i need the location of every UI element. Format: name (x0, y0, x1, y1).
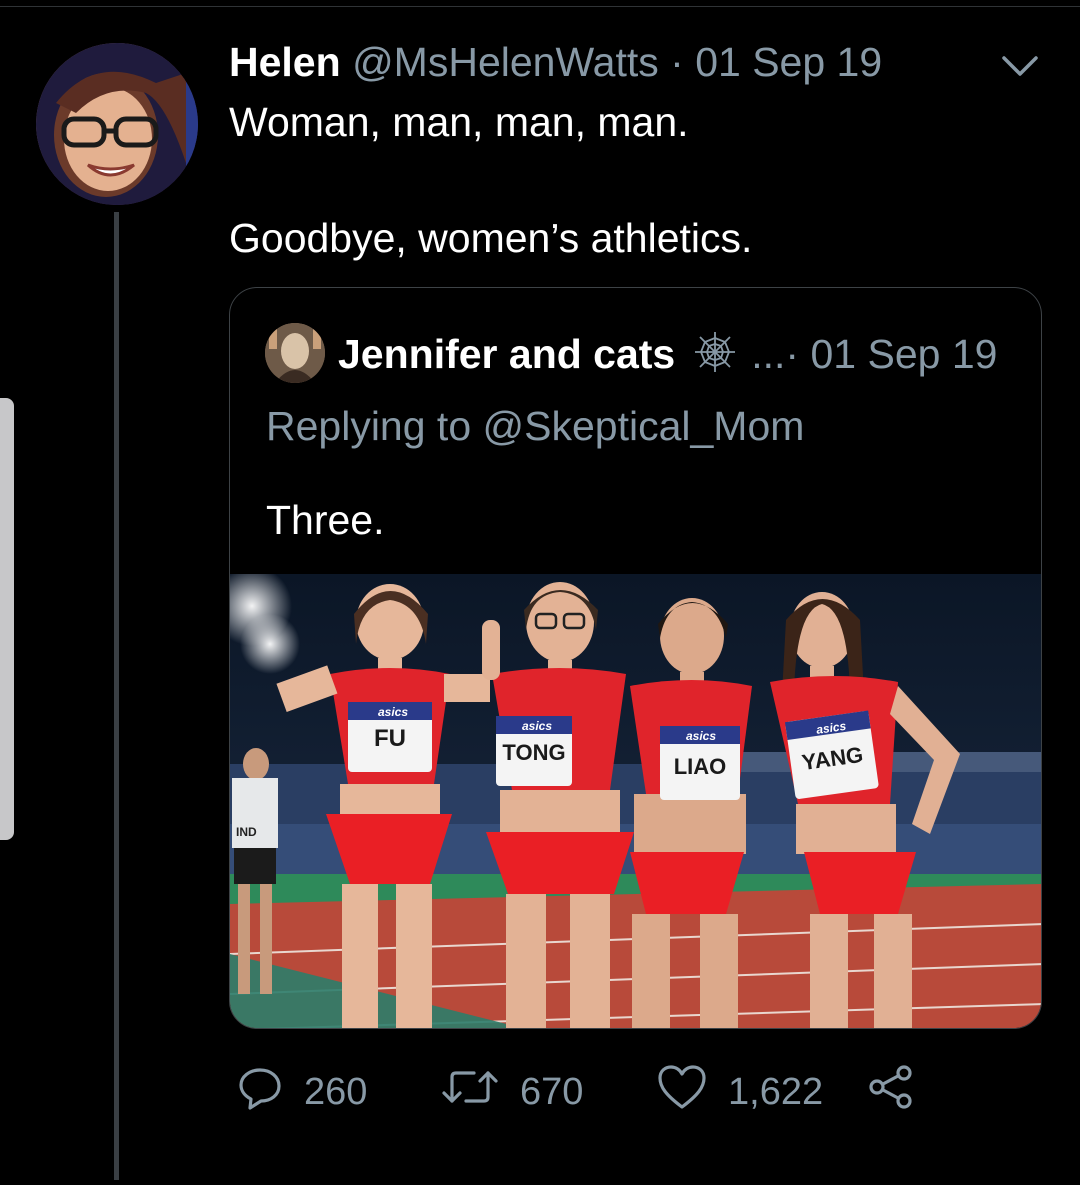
like-action[interactable]: 1,622 (656, 1064, 823, 1120)
tweet-text-line-1: Woman, man, man, man. (229, 99, 689, 145)
retweet-icon (440, 1063, 520, 1121)
tweet-date[interactable]: 01 Sep 19 (695, 39, 882, 85)
quoted-photo[interactable]: IND asics FU asics TONG asics LIAO asics… (230, 566, 1041, 1028)
bib-tong: TONG (502, 740, 565, 765)
bib-sponsor-2: asics (522, 719, 552, 733)
quoted-separator: · (785, 331, 800, 377)
bib-fu: FU (374, 725, 406, 752)
header-separator: · (670, 39, 684, 85)
quoted-author-name[interactable]: Jennifer and cats (338, 331, 675, 377)
retweet-count: 670 (520, 1070, 584, 1113)
like-icon (656, 1063, 728, 1121)
side-bib-label: IND (236, 825, 257, 839)
author-avatar[interactable] (36, 43, 198, 205)
quoted-author-avatar (265, 323, 325, 383)
tweet-screen: Helen @MsHelenWatts · 01 Sep 19 Woman, m… (0, 0, 1080, 1185)
quoted-handle[interactable]: ... (751, 331, 785, 377)
reply-count: 260 (304, 1070, 368, 1113)
spider-web-icon (693, 330, 737, 374)
chevron-down-icon[interactable] (996, 48, 1044, 84)
bib-liao: LIAO (674, 754, 727, 779)
like-count: 1,622 (728, 1070, 824, 1113)
tweet-text-line-2: Goodbye, women’s athletics. (229, 215, 753, 261)
share-icon (866, 1063, 936, 1121)
reply-icon (236, 1063, 304, 1121)
replying-to[interactable]: Replying to @Skeptical_Mom (266, 400, 804, 452)
quoted-header: Jennifer and cats ...· 01 Sep 19 (338, 328, 997, 380)
author-name[interactable]: Helen (229, 39, 341, 85)
scroll-handle[interactable] (0, 398, 14, 840)
quoted-tweet-card[interactable]: Jennifer and cats ...· 01 Sep 19 Replyin… (229, 287, 1042, 1029)
quoted-text: Three. (266, 497, 385, 543)
tweet-header: Helen @MsHelenWatts · 01 Sep 19 (229, 38, 882, 86)
thread-line (114, 212, 119, 1180)
author-handle[interactable]: @MsHelenWatts (352, 39, 659, 85)
top-divider (0, 6, 1080, 7)
reply-action[interactable]: 260 (236, 1064, 367, 1120)
retweet-action[interactable]: 670 (440, 1064, 583, 1120)
share-action[interactable] (866, 1064, 936, 1120)
bib-sponsor-1: asics (378, 705, 408, 719)
quoted-date[interactable]: 01 Sep 19 (810, 331, 997, 377)
bib-sponsor-3: asics (686, 729, 716, 743)
